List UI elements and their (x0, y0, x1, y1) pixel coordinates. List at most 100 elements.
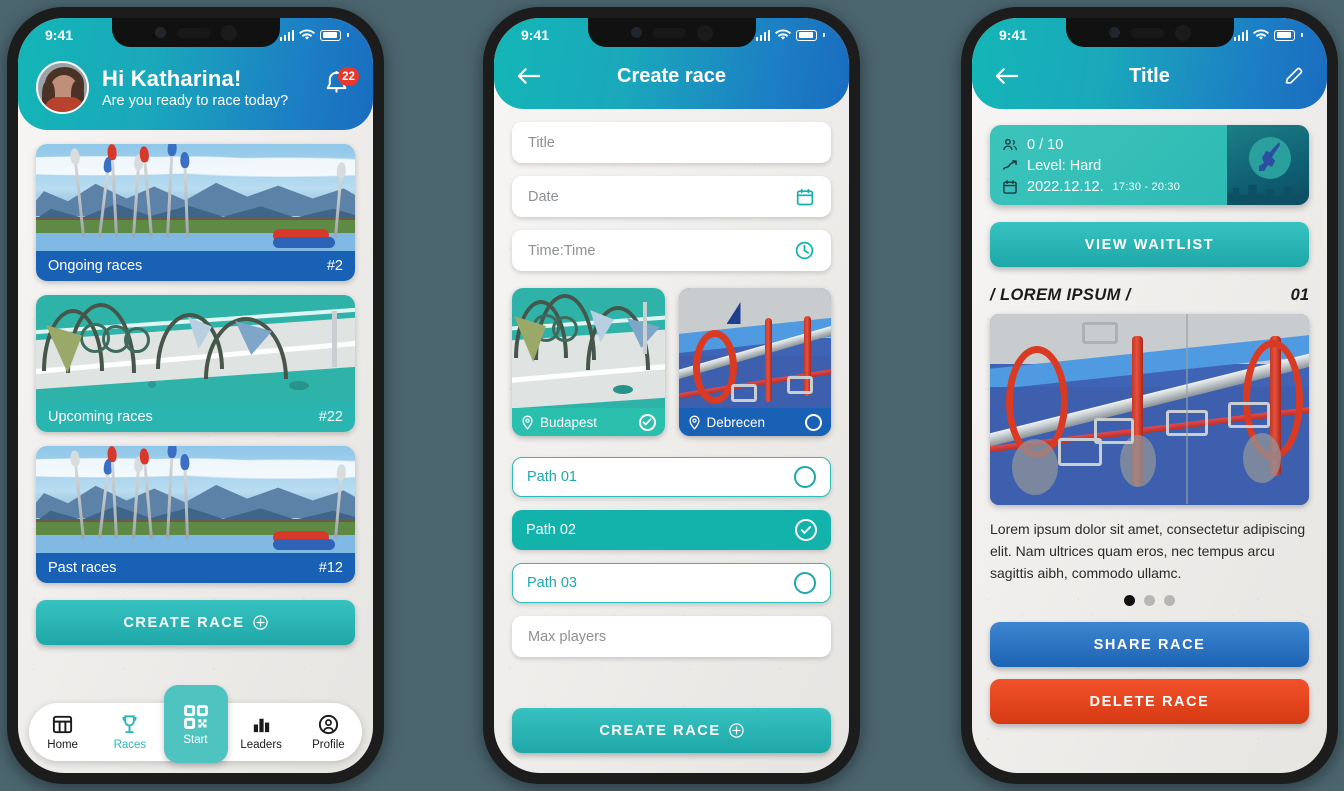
location-card-budapest[interactable]: Budapest (512, 288, 665, 436)
carousel-dot[interactable] (1144, 595, 1155, 607)
date-row: 2022.12.12. 17:30 - 20:30 (1002, 176, 1227, 197)
notifications-button[interactable]: 22 (322, 67, 359, 106)
sidebar-item-leaders[interactable]: Leaders (228, 713, 295, 751)
wifi-icon (775, 29, 792, 40)
device-notch (111, 18, 280, 47)
location-checkbox-checked[interactable] (638, 413, 656, 431)
time-field[interactable]: Time:Time (512, 230, 831, 271)
location-checkbox-unchecked[interactable] (805, 413, 822, 431)
sidebar-item-home[interactable]: Home (29, 713, 96, 751)
athlete-silhouette-icon (1259, 142, 1280, 171)
location-picker: Budapest Debrecen (512, 288, 831, 436)
back-button[interactable] (514, 62, 542, 90)
create-race-button[interactable]: CREATE RACE (512, 708, 831, 753)
map-pin-icon (522, 415, 533, 430)
bar-chart-icon (253, 718, 269, 733)
plus-circle-icon (728, 723, 744, 738)
wifi-icon (299, 29, 316, 40)
phone-device-create-race: 9:41 Create race Title Date Time:Time Bu… (483, 7, 860, 784)
edit-button[interactable] (1279, 62, 1307, 90)
race-card[interactable]: Past races #12 (36, 446, 355, 583)
path-option-03[interactable]: Path 03 (512, 563, 831, 603)
calendar-icon (1003, 179, 1017, 194)
sidebar-item-profile[interactable]: Profile (295, 713, 362, 751)
create-race-button[interactable]: CREATE RACE (36, 600, 355, 645)
race-thumbnail (1227, 125, 1309, 205)
date-field[interactable]: Date (512, 176, 831, 217)
path-radio-unchecked (794, 572, 816, 594)
race-detail-content: 0 / 10 Level: Hard 2022.12.12. 17:30 - 2… (972, 109, 1327, 773)
speaker-icon (176, 27, 210, 38)
status-time: 9:41 (45, 27, 74, 43)
race-card-count: #12 (318, 560, 343, 576)
speaker-icon (652, 27, 686, 38)
race-card[interactable]: Ongoing races #2 (36, 144, 355, 281)
location-card-debrecen[interactable]: Debrecen (678, 288, 831, 436)
phone-device-home: 9:41 Hi Katharina! Are you ready to race… (7, 7, 384, 784)
race-description: Lorem ipsum dolor sit amet, consectetur … (990, 521, 1306, 582)
status-time: 9:41 (521, 27, 550, 43)
max-players-placeholder: Max players (528, 628, 607, 645)
calendar-icon[interactable] (795, 187, 815, 207)
nav-bar: Create race (494, 52, 849, 109)
battery-cap-icon (347, 33, 349, 37)
page-title: Create race (617, 64, 726, 87)
tab-label: Home (47, 739, 78, 751)
carousel-dot[interactable] (1164, 595, 1175, 607)
path-option-01[interactable]: Path 01 (512, 457, 831, 497)
avatar-shirt (44, 97, 85, 112)
speaker-icon (1130, 27, 1164, 38)
path-radio-unchecked (794, 466, 816, 488)
race-card-image (36, 446, 355, 553)
pencil-edit-icon (1285, 67, 1302, 84)
signal-bars-icon (279, 29, 295, 41)
profile-circle-icon (318, 714, 338, 735)
battery-cap-icon (1301, 33, 1303, 37)
max-players-field[interactable]: Max players (512, 616, 831, 657)
screen-create-race: 9:41 Create race Title Date Time:Time Bu… (494, 18, 849, 773)
tab-start[interactable]: Start (163, 685, 228, 763)
race-card-image (36, 144, 355, 251)
race-card-bar: Ongoing races #2 (36, 251, 355, 281)
greeting-subtitle: Are you ready to race today? (102, 93, 289, 110)
people-icon (1003, 138, 1017, 150)
clock-icon[interactable] (794, 240, 815, 261)
section-number: 01 (1290, 286, 1309, 304)
home-grid-icon (53, 715, 73, 734)
delete-race-button[interactable]: DELETE RACE (990, 679, 1309, 725)
title-field[interactable]: Title (512, 122, 831, 163)
date-value: 2022.12.12. (1027, 178, 1104, 195)
signal-bars-icon (1233, 29, 1249, 41)
device-notch (587, 18, 756, 47)
status-time: 9:41 (999, 27, 1028, 43)
plus-circle-icon (252, 615, 268, 630)
location-label: Debrecen (678, 408, 831, 436)
avatar[interactable] (36, 61, 89, 114)
tab-label: Start (183, 733, 208, 746)
qr-code-icon (183, 704, 208, 729)
view-waitlist-button[interactable]: VIEW WAITLIST (990, 222, 1309, 267)
carousel-indicators (990, 595, 1309, 607)
path-option-02[interactable]: Path 02 (512, 510, 831, 550)
sensor-icon (1174, 24, 1191, 41)
blue-park-scene (990, 314, 1309, 505)
location-name: Debrecen (706, 414, 766, 430)
race-info-rows: 0 / 10 Level: Hard 2022.12.12. 17:30 - 2… (990, 125, 1227, 205)
back-button[interactable] (992, 62, 1020, 90)
players-row: 0 / 10 (1002, 134, 1227, 155)
screen-home: 9:41 Hi Katharina! Are you ready to race… (18, 18, 373, 773)
race-card[interactable]: Upcoming races #22 (36, 295, 355, 432)
carousel-dot-active[interactable] (1124, 595, 1135, 607)
greeting-text: Hi Katharina! Are you ready to race toda… (102, 66, 309, 109)
tab-label: Races (113, 739, 147, 751)
sidebar-item-races[interactable]: Races (96, 713, 163, 751)
share-race-button[interactable]: SHARE RACE (990, 622, 1309, 668)
signal-bars-icon (755, 29, 771, 41)
race-photo[interactable] (990, 314, 1309, 505)
status-indicators (279, 29, 349, 41)
screenshot-stage: 9:41 Hi Katharina! Are you ready to race… (0, 0, 1344, 791)
level-row: Level: Hard (1002, 155, 1227, 176)
device-notch (1065, 18, 1234, 47)
page-title: Hi Katharina! (102, 65, 242, 91)
